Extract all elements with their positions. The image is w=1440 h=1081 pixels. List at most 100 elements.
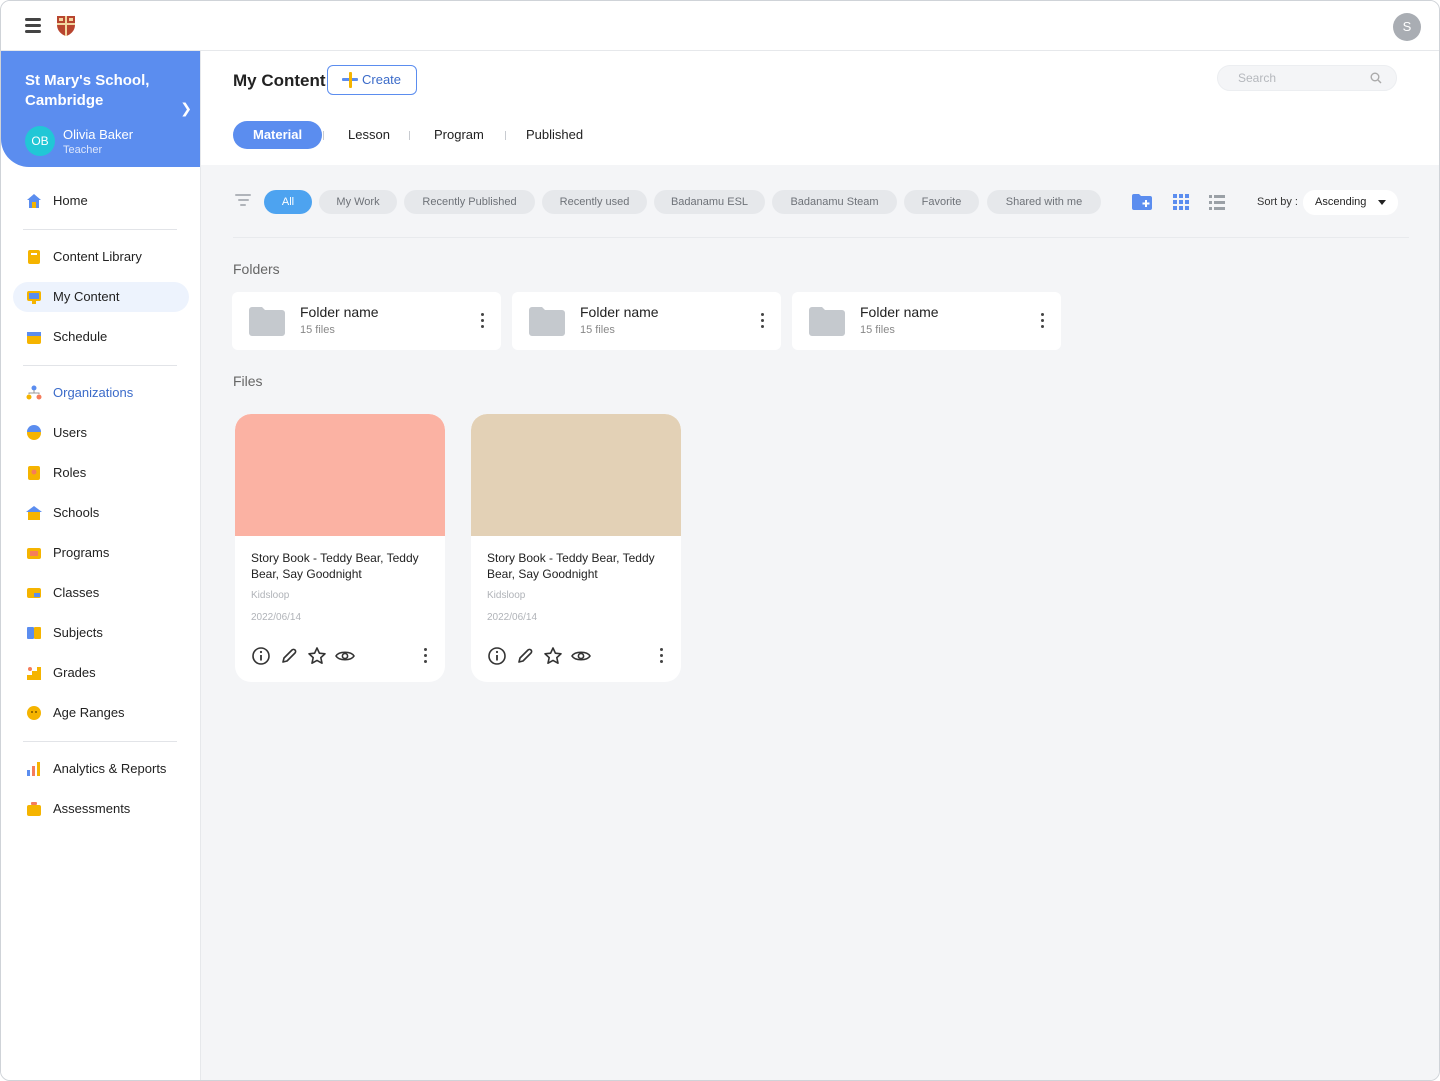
organization-name: St Mary's School, Cambridge [25,72,150,109]
badge-icon [28,466,40,480]
more-options-icon[interactable] [660,648,664,664]
filter-chip-favorite[interactable]: Favorite [904,190,979,214]
search-placeholder: Search [1238,71,1277,85]
create-button[interactable]: Create [327,65,417,95]
sidebar-item-label: Classes [53,585,100,600]
sidebar-item-label: Roles [53,465,87,480]
organization-switcher[interactable]: St Mary's School, Cambridge ❯ OB Olivia … [1,51,200,167]
file-card[interactable]: Story Book - Teddy Bear, Teddy Bear, Say… [235,414,445,682]
folder-name: Folder name [300,304,379,320]
file-title: Story Book - Teddy Bear, Teddy Bear, Say… [251,551,419,581]
calendar-icon [27,332,41,344]
folder-file-count: 15 files [860,324,895,336]
briefcase-icon [27,802,41,816]
sidebar-item-label: Age Ranges [53,705,125,720]
sidebar-item-analytics-reports[interactable]: Analytics & Reports [13,754,189,784]
folders-heading: Folders [233,261,280,277]
info-icon[interactable] [487,646,507,666]
new-folder-icon[interactable] [1131,192,1153,212]
file-thumbnail [471,414,681,536]
sidebar-divider [23,365,177,366]
org-chart-icon [26,385,42,400]
sidebar-item-label: Subjects [53,625,103,640]
class-icon [27,588,41,598]
filter-chip-badanamu-esl[interactable]: Badanamu ESL [654,190,765,214]
content-header: My Content Create Search Material Lesson… [201,51,1439,165]
folder-card[interactable]: Folder name 15 files [792,292,1061,350]
file-date: 2022/06/14 [487,612,538,623]
sidebar-item-age-ranges[interactable]: Age Ranges [13,698,189,728]
more-options-icon[interactable] [424,648,428,664]
sidebar-item-label: Schools [53,505,100,520]
grades-icon [27,667,41,680]
sidebar-item-label: Content Library [53,249,142,264]
sidebar-item-my-content[interactable]: My Content [13,282,189,312]
sidebar-item-label: Programs [53,545,110,560]
more-options-icon[interactable] [481,313,485,329]
sidebar-item-label: Home [53,193,88,208]
folder-card[interactable]: Folder name 15 files [232,292,501,350]
tab-separator [409,131,410,140]
menu-icon[interactable] [25,18,41,33]
sidebar-item-label: Analytics & Reports [53,761,167,776]
sort-label: Sort by : [1257,196,1298,208]
tab-published[interactable]: Published [526,121,583,149]
tab-lesson[interactable]: Lesson [348,121,390,149]
user-name: Olivia Baker [63,127,134,142]
section-divider [233,237,1409,238]
book-icon [28,250,40,264]
filter-chip-recently-used[interactable]: Recently used [542,190,647,214]
sidebar-item-schools[interactable]: Schools [13,498,189,528]
star-icon[interactable] [543,646,563,666]
filter-chip-shared-with-me[interactable]: Shared with me [987,190,1101,214]
folder-file-count: 15 files [580,324,615,336]
top-bar: S [1,1,1439,51]
monitor-icon [27,291,41,304]
sidebar-item-roles[interactable]: Roles [13,458,189,488]
eye-icon[interactable] [571,646,591,666]
eye-icon[interactable] [335,646,355,666]
filter-chip-my-work[interactable]: My Work [319,190,397,214]
edit-icon[interactable] [515,646,535,666]
sidebar-item-content-library[interactable]: Content Library [13,242,189,272]
sort-dropdown[interactable]: Ascending [1303,190,1398,215]
more-options-icon[interactable] [761,313,765,329]
sidebar-item-programs[interactable]: Programs [13,538,189,568]
file-author: Kidsloop [487,590,526,601]
grid-view-icon[interactable] [1170,192,1192,212]
sidebar-item-grades[interactable]: Grades [13,658,189,688]
search-input[interactable]: Search [1217,65,1397,91]
tab-program[interactable]: Program [434,121,484,149]
tab-material[interactable]: Material [233,121,323,149]
sidebar-item-classes[interactable]: Classes [13,578,189,608]
subject-icon [27,627,41,639]
filter-chip-badanamu-steam[interactable]: Badanamu Steam [772,190,897,214]
sidebar-item-users[interactable]: Users [13,418,189,448]
sidebar-item-schedule[interactable]: Schedule [13,322,189,352]
star-icon[interactable] [307,646,327,666]
folder-card[interactable]: Folder name 15 files [512,292,781,350]
sidebar-item-label: Assessments [53,801,131,816]
sidebar-item-assessments[interactable]: Assessments [13,794,189,824]
filter-icon[interactable] [235,194,251,208]
filter-chip-recently-published[interactable]: Recently Published [404,190,535,214]
sidebar-divider [23,741,177,742]
sidebar-item-label: My Content [53,289,120,304]
bar-chart-icon [27,762,40,776]
files-heading: Files [233,373,263,389]
file-card[interactable]: Story Book - Teddy Bear, Teddy Bear, Say… [471,414,681,682]
program-icon [27,548,41,559]
user-initials-avatar: OB [25,126,55,156]
sidebar-item-organizations[interactable]: Organizations [13,378,189,408]
info-icon[interactable] [251,646,271,666]
edit-icon[interactable] [279,646,299,666]
sidebar-item-home[interactable]: Home [13,186,189,216]
file-author: Kidsloop [251,590,290,601]
list-view-icon[interactable] [1206,192,1228,212]
search-icon[interactable] [1370,72,1382,84]
sidebar-item-subjects[interactable]: Subjects [13,618,189,648]
more-options-icon[interactable] [1041,313,1045,329]
user-avatar[interactable]: S [1393,13,1421,41]
tab-separator [505,131,506,140]
filter-chip-all[interactable]: All [264,190,312,214]
